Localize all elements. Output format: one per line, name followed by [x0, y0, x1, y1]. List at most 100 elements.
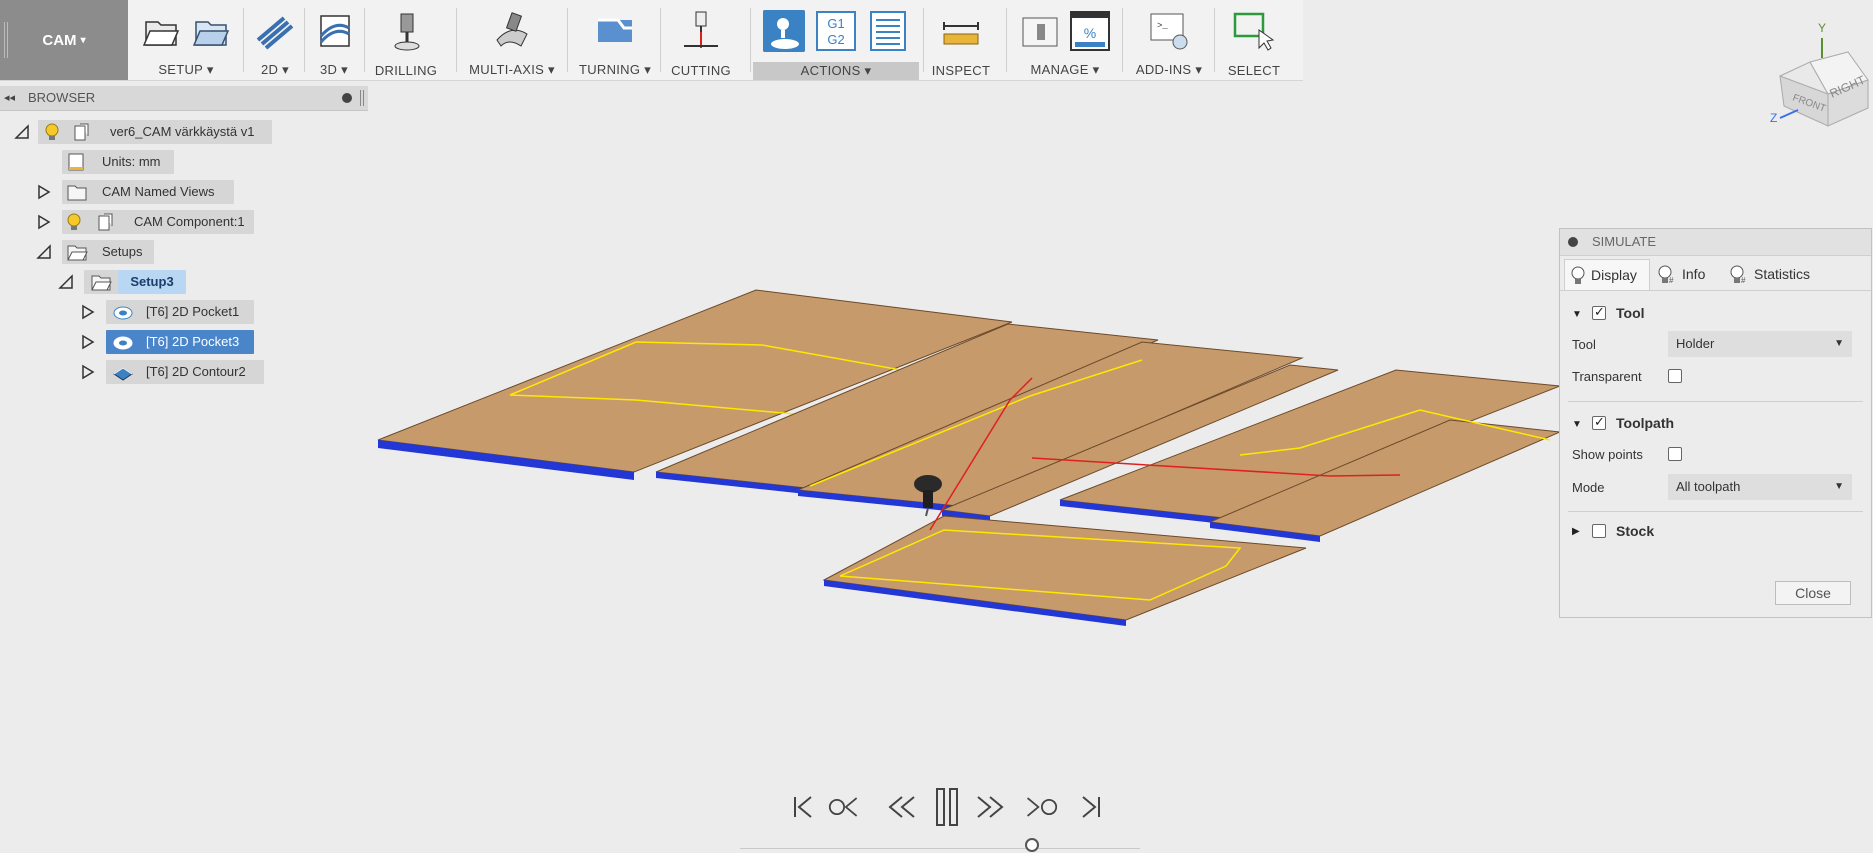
next-operation-icon[interactable] — [1024, 785, 1058, 829]
pause-icon[interactable] — [930, 785, 964, 829]
active-setup-item[interactable]: Setup3 — [118, 270, 186, 294]
component-icon — [72, 120, 92, 152]
stock-visible-checkbox[interactable] — [1592, 524, 1606, 538]
tool-display-dropdown[interactable]: Holder ▼ — [1668, 331, 1852, 357]
tab-display[interactable]: Display — [1564, 259, 1650, 290]
cutting-label: CUTTING — [671, 63, 731, 78]
addins-label: ADD-INS — [1135, 62, 1192, 77]
addins-group[interactable]: >_ ADD-INS ▾ — [1126, 0, 1212, 80]
toolpath-section-title: Toolpath — [1616, 415, 1675, 431]
operation-item[interactable]: [T6] 2D Contour2 — [106, 360, 264, 384]
operation-item-selected[interactable]: [T6] 2D Pocket3 — [106, 330, 254, 354]
new-setup-icon[interactable] — [140, 10, 182, 52]
tree-row-operation[interactable]: [T6] 2D Pocket3 — [0, 330, 368, 354]
chevron-down-icon: ▾ — [341, 62, 348, 77]
stock-setup-icon[interactable] — [190, 10, 232, 52]
workspace-switcher[interactable]: CAM ▾ — [0, 0, 128, 80]
tree-row-setup[interactable]: Setup3 — [0, 270, 368, 294]
toolbar-divider — [304, 8, 305, 72]
section-expanded-icon[interactable]: ▼ — [1572, 419, 1582, 430]
3d-group[interactable]: 3D ▾ — [306, 0, 362, 80]
tool-library-icon[interactable] — [1019, 10, 1061, 52]
tab-statistics[interactable]: # Statistics — [1728, 259, 1838, 289]
multi-axis-icon[interactable] — [491, 10, 533, 52]
collapsed-triangle-icon[interactable] — [80, 364, 96, 380]
minimize-panel-icon[interactable] — [1568, 237, 1578, 247]
step-forward-icon[interactable] — [974, 785, 1008, 829]
expanded-triangle-icon[interactable] — [36, 244, 52, 260]
collapsed-triangle-icon[interactable] — [36, 184, 52, 200]
turning-label: TURNING — [578, 62, 641, 77]
step-back-icon[interactable] — [884, 785, 918, 829]
tree-root-item[interactable]: ver6_CAM värkkäystä v1 — [38, 120, 272, 144]
tool-visible-checkbox[interactable] — [1592, 304, 1606, 320]
measure-icon[interactable] — [940, 10, 982, 52]
tab-info[interactable]: # Info — [1656, 259, 1724, 289]
simulation-timeline[interactable] — [740, 848, 1140, 849]
viewport-3d[interactable] — [370, 280, 1560, 640]
go-to-start-icon[interactable] — [786, 785, 820, 829]
expanded-triangle-icon[interactable] — [58, 274, 74, 290]
expanded-triangle-icon[interactable] — [14, 124, 30, 140]
visibility-bulb-icon[interactable] — [66, 210, 82, 242]
go-to-end-icon[interactable] — [1074, 785, 1108, 829]
pocket-operation-icon — [112, 300, 134, 332]
2d-milling-icon[interactable] — [254, 10, 296, 52]
collapse-panel-icon[interactable]: ◂◂ — [4, 86, 15, 110]
component-item[interactable]: CAM Component:1 — [62, 210, 254, 234]
select-group[interactable]: SELECT — [1216, 0, 1292, 80]
select-icon[interactable] — [1233, 10, 1275, 52]
collapsed-triangle-icon[interactable] — [36, 214, 52, 230]
mode-dropdown[interactable]: All toolpath ▼ — [1668, 474, 1852, 500]
drill-icon[interactable] — [385, 10, 427, 52]
transparent-checkbox[interactable] — [1668, 369, 1682, 383]
multiaxis-group[interactable]: MULTI-AXIS ▾ — [460, 0, 564, 80]
3d-milling-icon[interactable] — [313, 10, 355, 52]
manage-group[interactable]: % MANAGE ▾ — [1010, 0, 1120, 80]
post-process-icon[interactable]: G1 G2 — [815, 10, 857, 52]
show-points-checkbox[interactable] — [1668, 447, 1682, 461]
minimize-panel-icon[interactable] — [342, 93, 352, 103]
chevron-down-icon: ▼ — [1834, 338, 1844, 349]
section-expanded-icon[interactable]: ▼ — [1572, 309, 1582, 320]
cutting-icon[interactable] — [680, 10, 722, 52]
tree-row-setups[interactable]: Setups — [0, 240, 368, 264]
setup-group[interactable]: SETUP ▾ — [130, 0, 242, 80]
tree-row-named-views[interactable]: CAM Named Views — [0, 180, 368, 204]
info-icon: # — [1656, 259, 1678, 299]
named-views-item[interactable]: CAM Named Views — [62, 180, 234, 204]
close-button[interactable]: Close — [1775, 581, 1851, 605]
visibility-bulb-icon[interactable] — [44, 120, 60, 152]
timeline-scrubber[interactable] — [1025, 838, 1039, 852]
simulate-icon[interactable] — [763, 10, 805, 52]
panel-grip-icon[interactable] — [360, 90, 364, 106]
z-axis-label: Z — [1770, 111, 1777, 125]
post-library-icon[interactable]: % — [1069, 10, 1111, 52]
collapsed-triangle-icon[interactable] — [80, 334, 96, 350]
cutting-group[interactable]: CUTTING — [662, 0, 740, 80]
scripts-addins-icon[interactable]: >_ — [1148, 10, 1190, 52]
inspect-group[interactable]: INSPECT — [926, 0, 996, 80]
setup-sheet-icon[interactable] — [867, 10, 909, 52]
tool-display-label: Tool — [1572, 337, 1596, 352]
tree-row-units[interactable]: Units: mm — [0, 150, 368, 174]
2d-group[interactable]: 2D ▾ — [246, 0, 304, 80]
toolpath-visible-checkbox[interactable] — [1592, 414, 1606, 430]
operation-item[interactable]: [T6] 2D Pocket1 — [106, 300, 254, 324]
tree-row-root[interactable]: ver6_CAM värkkäystä v1 — [0, 120, 368, 144]
tree-row-component[interactable]: CAM Component:1 — [0, 210, 368, 234]
drilling-group[interactable]: DRILLING — [366, 0, 446, 80]
turning-icon[interactable] — [594, 10, 636, 52]
units-item[interactable]: Units: mm — [62, 150, 174, 174]
tree-row-operation[interactable]: [T6] 2D Contour2 — [0, 360, 368, 384]
previous-operation-icon[interactable] — [828, 785, 862, 829]
actions-group[interactable]: G1 G2 ACTIONS ▾ — [753, 0, 919, 80]
chevron-down-icon: ▾ — [864, 63, 872, 78]
section-collapsed-icon[interactable]: ▶ — [1572, 526, 1580, 537]
tree-row-operation[interactable]: [T6] 2D Pocket1 — [0, 300, 368, 324]
document-settings-icon — [66, 150, 86, 182]
setups-item[interactable]: Setups — [62, 240, 154, 264]
viewcube[interactable]: Y FRONT RIGHT Z — [1770, 18, 1870, 133]
collapsed-triangle-icon[interactable] — [80, 304, 96, 320]
turning-group[interactable]: TURNING ▾ — [572, 0, 658, 80]
